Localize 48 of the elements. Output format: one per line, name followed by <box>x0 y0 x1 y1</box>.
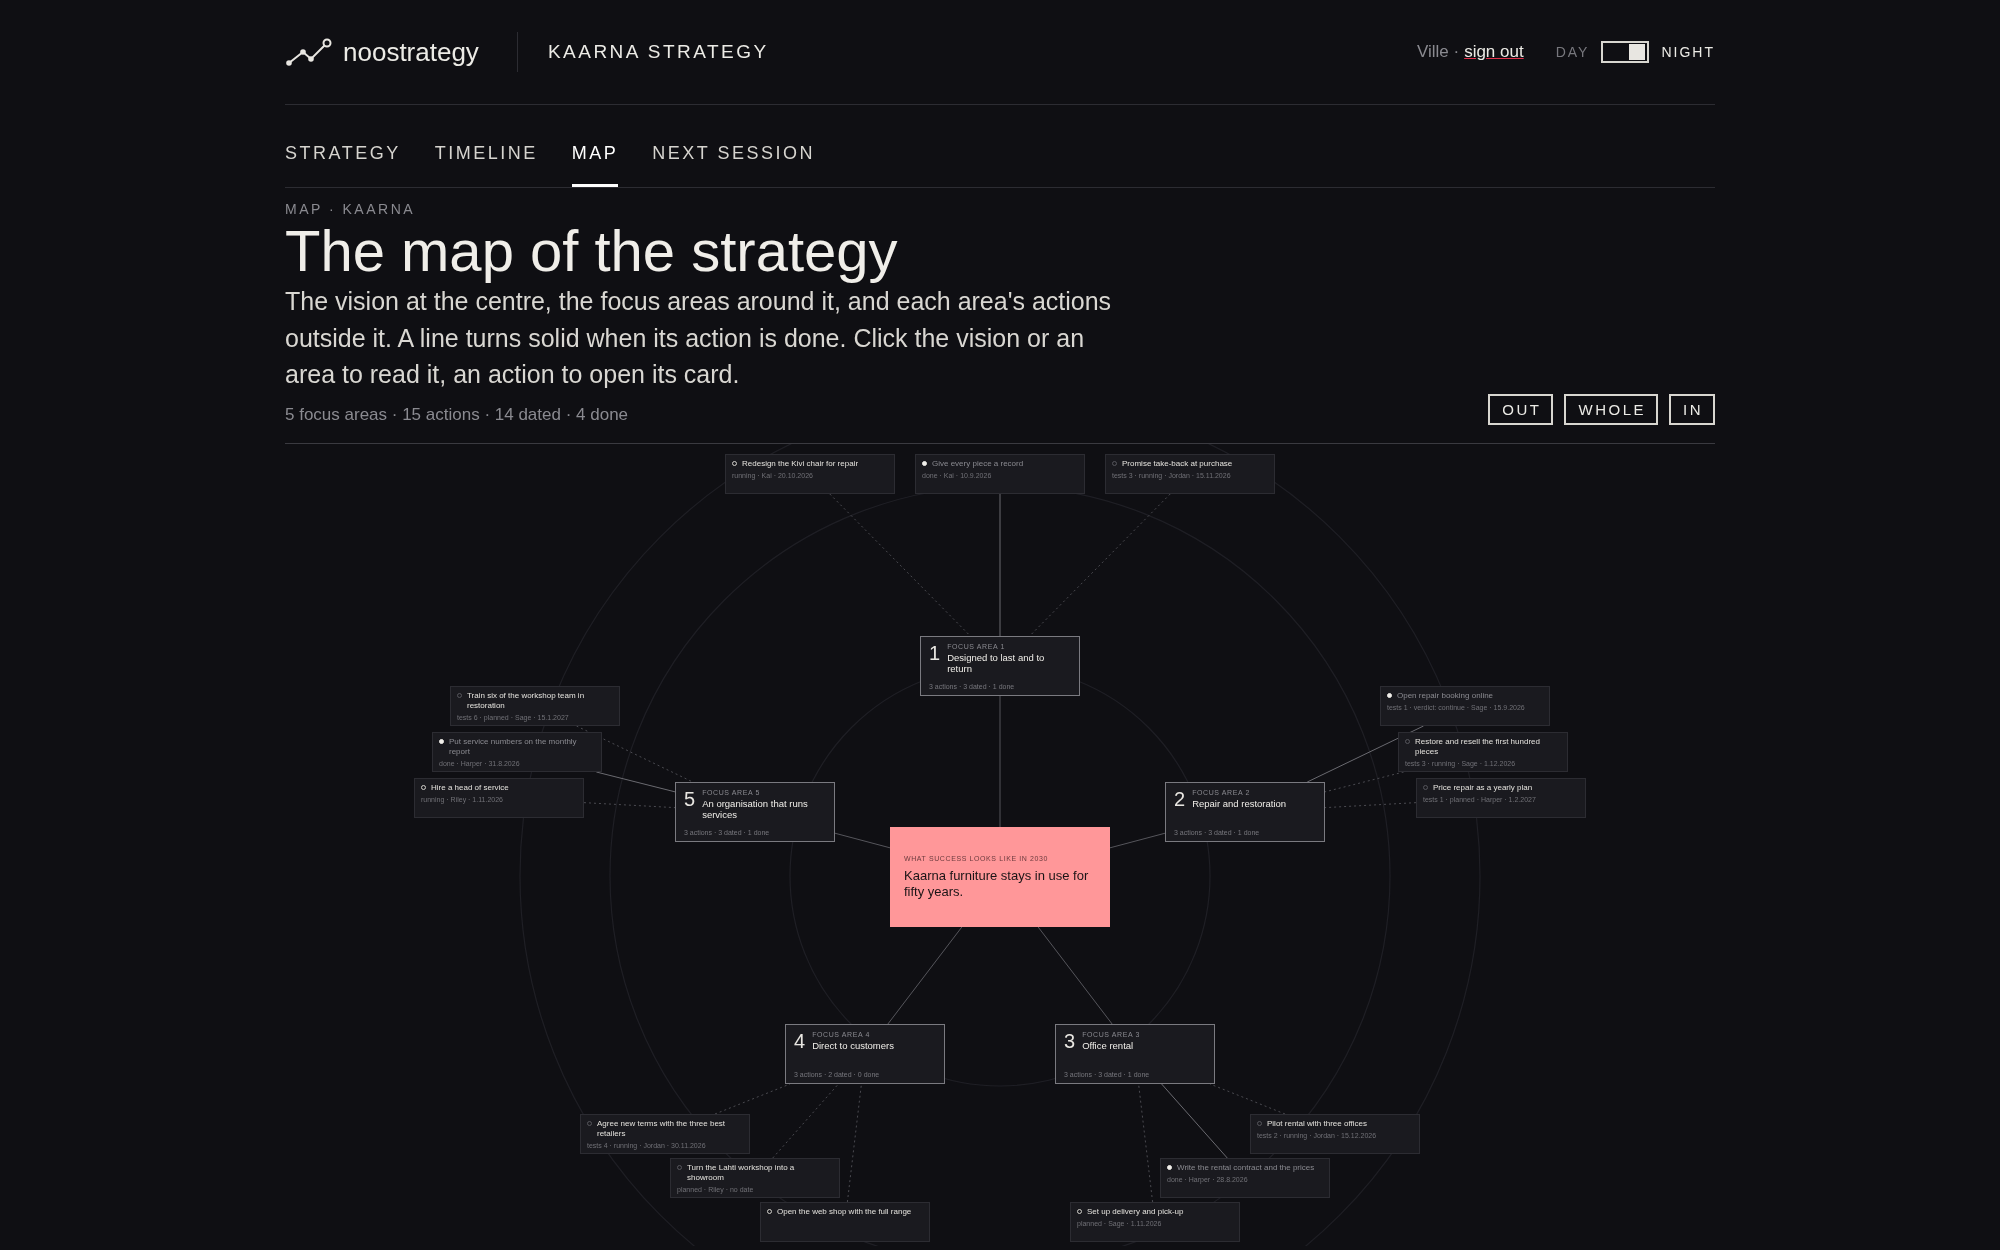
action-title: Set up delivery and pick-up <box>1087 1206 1184 1217</box>
action-title: Write the rental contract and the prices <box>1177 1162 1315 1173</box>
map-stats: 5 focus areas · 15 actions · 14 dated · 4 done <box>285 404 630 425</box>
area-title: Designed to last and to return <box>947 651 1046 674</box>
action-title: Put service numbers on the monthly report <box>449 736 578 757</box>
area-number: 4 <box>794 1030 806 1054</box>
area-number: 3 <box>1064 1030 1076 1054</box>
area-title: Repair and restoration <box>1192 797 1287 809</box>
brand-name[interactable]: noostrategy <box>343 36 479 68</box>
area-title: Office rental <box>1082 1039 1135 1051</box>
action-title: Open the web shop with the full range <box>777 1206 912 1217</box>
workspace-title: KAARNA STRATEGY <box>547 41 769 63</box>
user-name: Ville · <box>1416 42 1460 62</box>
nav-tab[interactable]: MAP <box>571 143 619 187</box>
action-title: Price repair as a yearly plan <box>1433 782 1533 793</box>
theme-toggle[interactable] <box>1601 41 1650 63</box>
breadcrumb: MAP · KAARNA <box>285 201 417 217</box>
action-title: Agree new terms with the three best retailers <box>597 1118 727 1139</box>
action-card[interactable]: Open the web shop with the full range <box>760 1201 930 1242</box>
intro-text: The vision at the centre, the focus areas around it, and each area's actions outside it. A line turns solid when its action is done. Click the vision or an area to read it, an action to open its card. <box>285 286 1113 390</box>
night-label: NIGHT <box>1661 44 1715 60</box>
nav-tab[interactable]: STRATEGY <box>285 143 401 187</box>
nav-tab[interactable]: TIMELINE <box>434 143 538 187</box>
action-title: Open repair booking online <box>1397 690 1494 701</box>
page-title: The map of the strategy <box>285 219 899 283</box>
zoom-button[interactable]: OUT <box>1488 393 1554 425</box>
area-number: 5 <box>684 788 696 812</box>
action-title: Promise take-back at purchase <box>1122 458 1233 469</box>
zoom-button[interactable]: WHOLE <box>1564 393 1658 425</box>
action-title: Give every piece a record <box>932 458 1024 469</box>
day-label: DAY <box>1555 44 1590 60</box>
connector-line <box>1109 832 1166 848</box>
area-title: An organisation that runs services <box>702 797 809 820</box>
zoom-button[interactable]: IN <box>1669 393 1715 425</box>
action-title: Turn the Lahti workshop into a showroom <box>687 1162 796 1183</box>
nav-tab[interactable]: NEXT SESSION <box>652 143 815 187</box>
vision-text: Kaarna furniture stays in use for fifty years. <box>904 867 1090 900</box>
action-title: Train six of the workshop team in restoration <box>467 690 586 711</box>
action-title: Redesign the Kivi chair for repair <box>742 458 859 469</box>
sign-out-link[interactable]: sign out <box>1464 42 1524 62</box>
connector-line <box>834 832 891 848</box>
area-title: Direct to customers <box>812 1039 894 1051</box>
logo-icon[interactable] <box>285 36 333 68</box>
area-number: 2 <box>1174 788 1186 812</box>
area-number: 1 <box>929 642 941 666</box>
action-title: Restore and resell the first hundred pieces <box>1415 736 1541 757</box>
action-title: Hire a head of service <box>431 782 509 793</box>
action-title: Pilot rental with three offices <box>1267 1118 1367 1129</box>
